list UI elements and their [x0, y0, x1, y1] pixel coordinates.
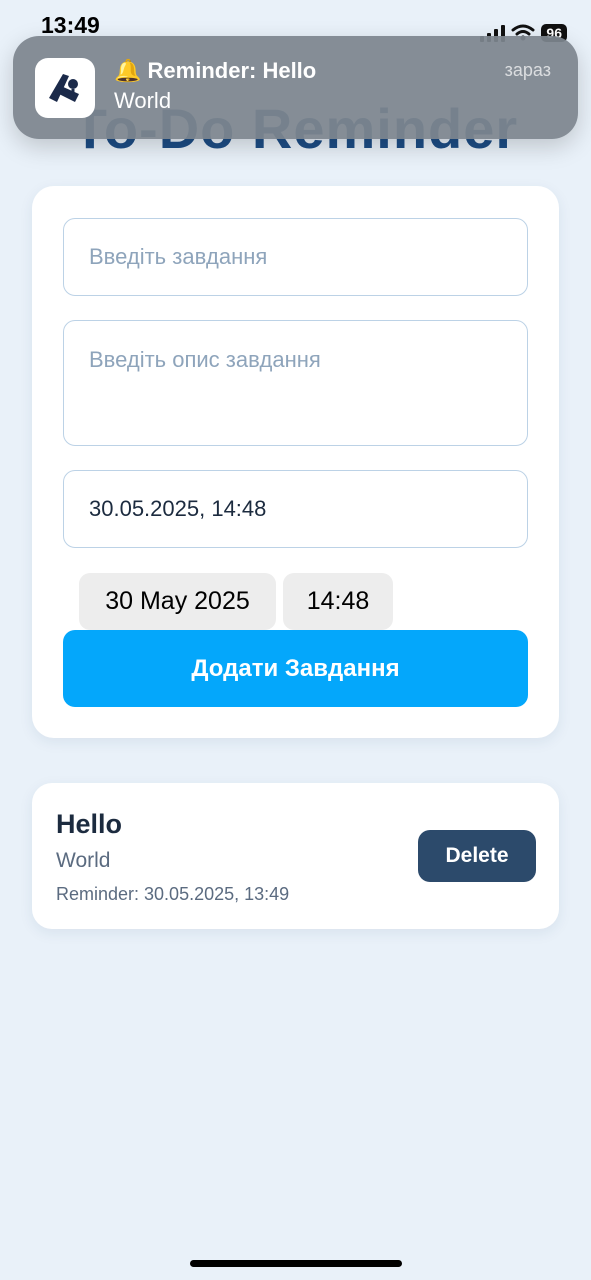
- add-task-button[interactable]: Додати Завдання: [63, 630, 528, 707]
- task-title: Hello: [56, 809, 123, 839]
- task-form-card: Введіть завдання Введіть опис завдання 3…: [32, 186, 559, 738]
- task-description-placeholder: Введіть опис завдання: [89, 347, 321, 372]
- notification-title: 🔔 Reminder: Hello: [114, 58, 316, 84]
- task-title-input[interactable]: Введіть завдання: [63, 218, 528, 296]
- delete-task-button[interactable]: Delete: [418, 830, 536, 882]
- notification-time: зараз: [504, 60, 551, 80]
- task-reminder: Reminder: 30.05.2025, 13:49: [56, 884, 290, 904]
- status-time: 13:49: [41, 12, 100, 38]
- reminder-datetime-input[interactable]: 30.05.2025, 14:48: [63, 470, 528, 548]
- task-card: Hello World Reminder: 30.05.2025, 13:49 …: [32, 783, 559, 929]
- time-picker-button[interactable]: 14:48: [283, 573, 393, 630]
- date-picker-button[interactable]: 30 May 2025: [79, 573, 276, 630]
- bell-icon: 🔔: [114, 58, 142, 83]
- reminder-datetime-value: 30.05.2025, 14:48: [89, 496, 267, 521]
- home-indicator[interactable]: [190, 1260, 402, 1267]
- notification-body: World: [114, 88, 172, 113]
- task-title-placeholder: Введіть завдання: [89, 244, 268, 269]
- notification-title-text: Reminder: Hello: [147, 58, 317, 83]
- task-description: World: [56, 849, 111, 872]
- reminder-app-icon: [35, 58, 95, 118]
- notification-banner[interactable]: 🔔 Reminder: Hello World зараз: [13, 36, 578, 139]
- task-description-input[interactable]: Введіть опис завдання: [63, 320, 528, 446]
